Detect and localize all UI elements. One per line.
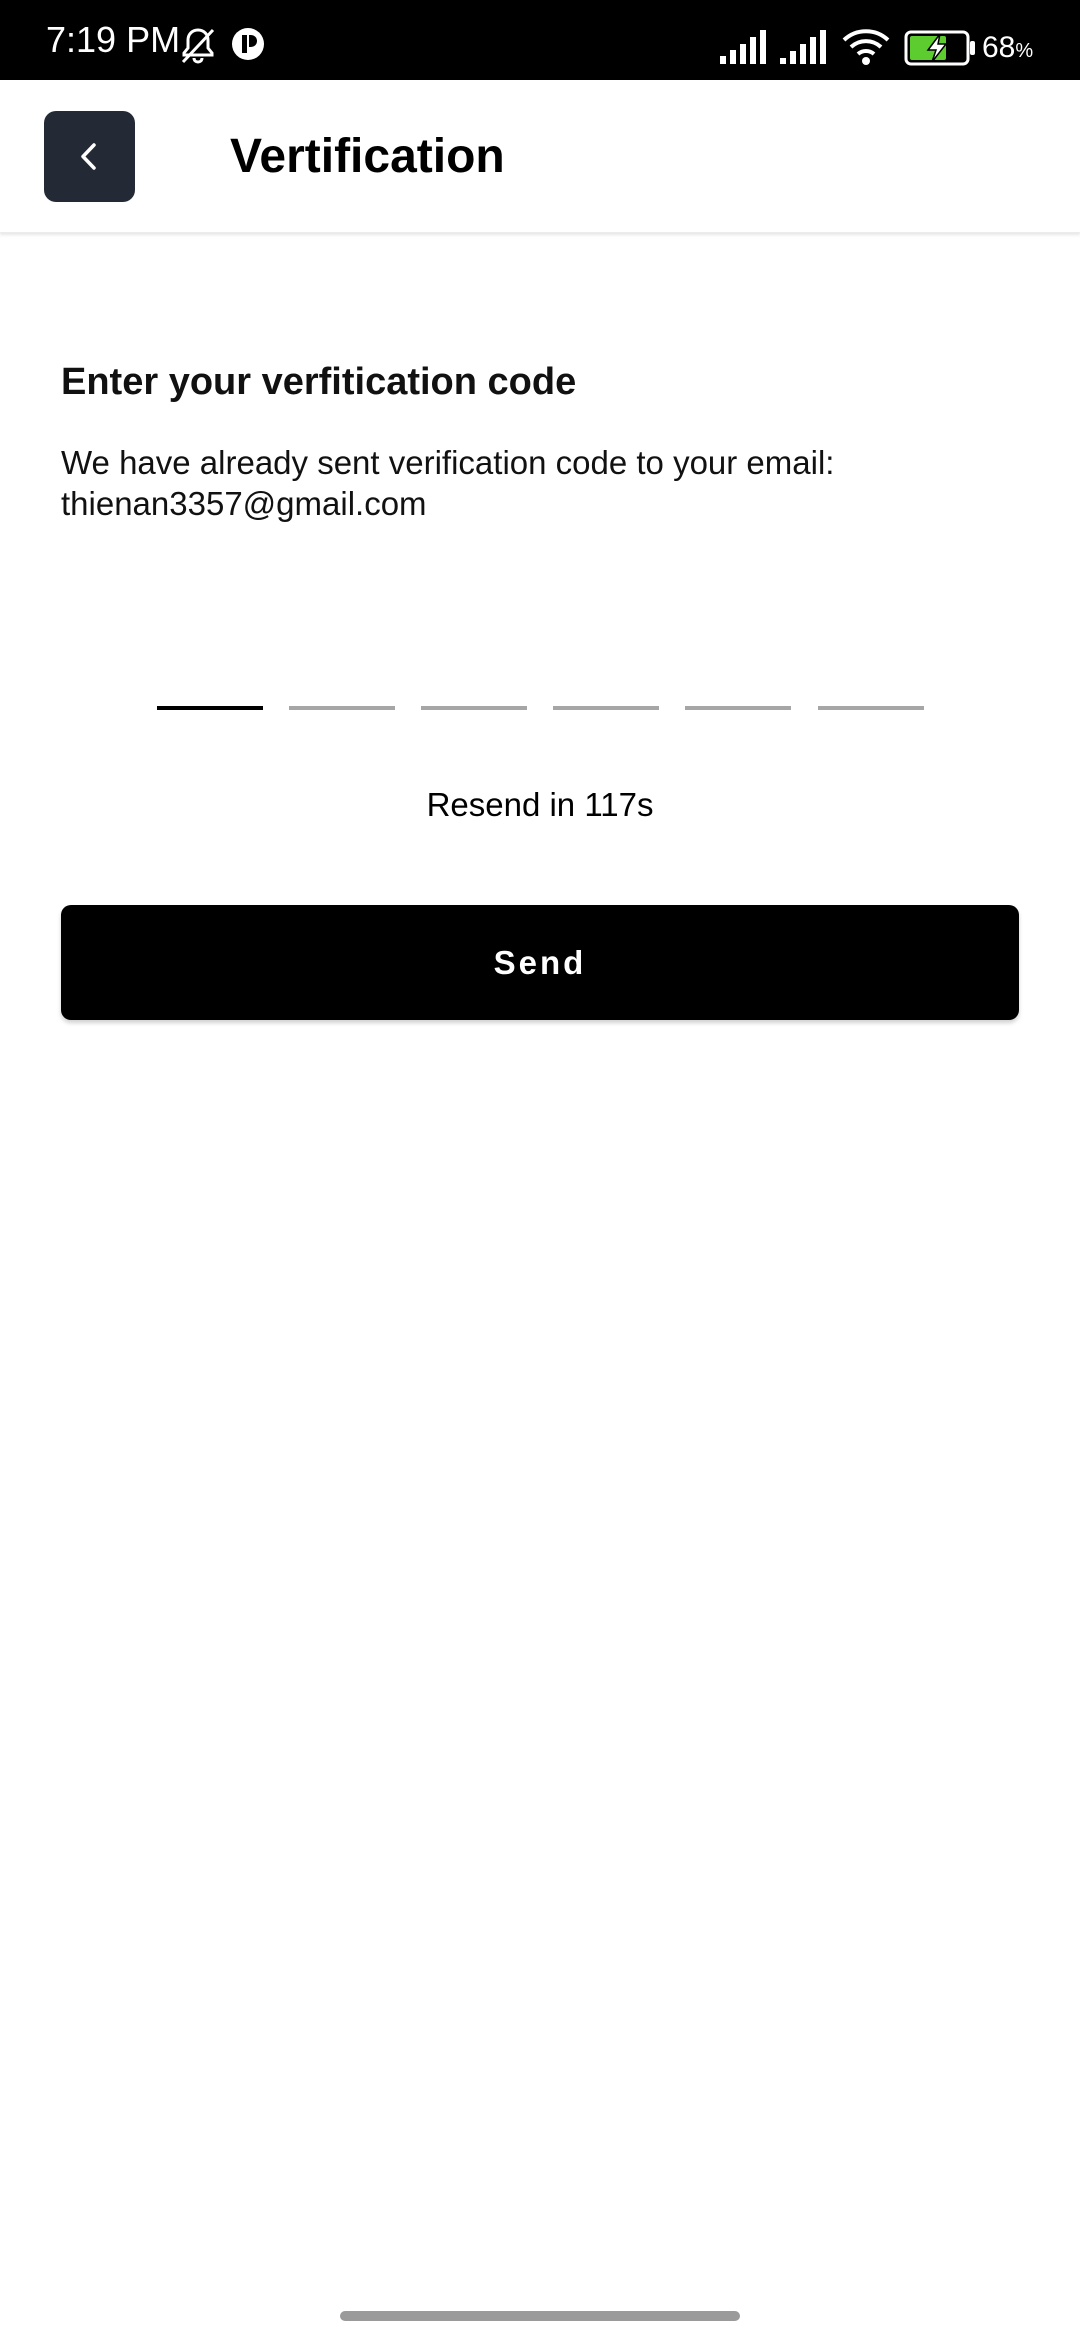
verification-screen: 7:19 PM 68% Vertification Enter your ver… (0, 0, 1080, 2340)
resend-countdown: Resend in 117s (426, 786, 654, 823)
status-time: 7:19 PM (46, 19, 181, 60)
otp-digit-input-2[interactable] (289, 660, 395, 710)
otp-digit-input-3[interactable] (421, 660, 527, 710)
otp-input-row (157, 660, 924, 710)
bell-off-icon (181, 28, 215, 64)
page-title: Vertification (230, 130, 505, 183)
signal-icon (780, 30, 826, 64)
verification-heading: Enter your verfitication code (61, 361, 577, 403)
description-text: We have already sent verification code t… (61, 444, 835, 481)
app-bar: Vertification (0, 80, 1080, 233)
battery-charging-icon (904, 30, 975, 66)
email-text: thienan3357@gmail.com (61, 485, 427, 522)
status-bar: 7:19 PM 68% (0, 0, 1080, 80)
otp-digit-input-5[interactable] (685, 660, 791, 710)
app-notification-icon (232, 28, 264, 60)
home-indicator[interactable] (340, 2311, 740, 2321)
otp-digit-input-1[interactable] (157, 660, 263, 710)
wifi-icon (842, 29, 890, 65)
chevron-left-icon (81, 143, 96, 170)
otp-digit-input-4[interactable] (553, 660, 659, 710)
send-button[interactable]: Send (61, 905, 1019, 1020)
battery-percentage: 68% (982, 31, 1034, 64)
verification-description: We have already sent verification code t… (61, 442, 1021, 524)
back-button[interactable] (44, 111, 135, 202)
signal-icon (720, 30, 766, 64)
otp-digit-input-6[interactable] (818, 660, 924, 710)
